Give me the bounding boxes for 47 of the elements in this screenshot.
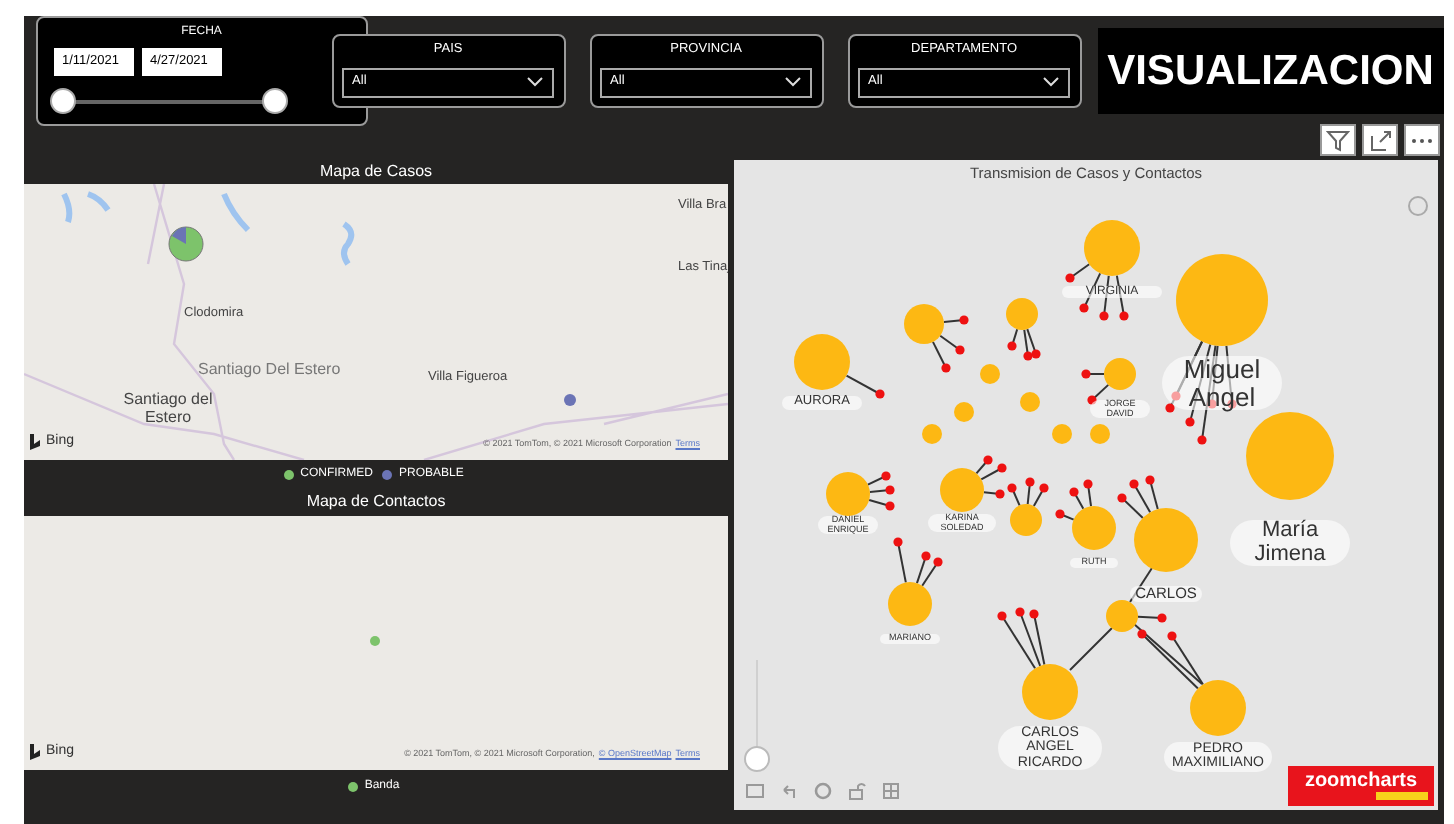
zoomcharts-logo[interactable]: zoomcharts (1288, 766, 1434, 806)
page-title: VISUALIZACION (1097, 28, 1444, 114)
bing-logo-icon (30, 433, 42, 450)
grid-icon[interactable] (882, 782, 900, 800)
graph-node[interactable] (1137, 629, 1246, 736)
graph-node[interactable] (1106, 600, 1167, 632)
graph-node[interactable] (940, 455, 1007, 512)
graph-node[interactable] (1246, 412, 1334, 500)
graph-node[interactable] (1165, 254, 1268, 445)
graph-node[interactable] (1065, 220, 1140, 321)
pie-marker[interactable] (168, 226, 204, 262)
graph-node[interactable] (1007, 477, 1049, 536)
graph-edge-drawing (1069, 567, 1203, 685)
slider-thumb[interactable] (261, 87, 287, 114)
chevron-icon (1042, 76, 1061, 89)
undo-icon[interactable] (780, 782, 798, 800)
slider-thumb[interactable] (49, 87, 75, 114)
lock-icon[interactable] (848, 782, 866, 800)
graph-node[interactable] (1052, 424, 1072, 444)
graph-node[interactable] (997, 607, 1078, 720)
graph-node[interactable] (1090, 424, 1110, 444)
graph-node[interactable] (1006, 298, 1041, 361)
node-label: Miguel Angel (1162, 356, 1282, 411)
graph-node[interactable] (1055, 479, 1116, 550)
place-label: Santiago Del Estero (198, 358, 341, 382)
zoom-slider-thumb[interactable] (744, 746, 770, 772)
chevron-icon (526, 76, 545, 89)
graph-node[interactable] (980, 364, 1000, 384)
graph-node[interactable] (1117, 475, 1198, 572)
bing-logo-icon (30, 743, 42, 760)
node-label: María Jimena (1230, 520, 1350, 567)
graph-node[interactable] (1020, 392, 1040, 412)
chevron-icon (784, 76, 803, 89)
graph-node[interactable] (794, 334, 885, 399)
graph-node[interactable] (922, 424, 942, 444)
panel-title: Mapa de Contactos (304, 490, 448, 514)
graph-node[interactable] (904, 304, 969, 373)
graph-node[interactable] (1081, 358, 1136, 405)
graph-node[interactable] (826, 471, 895, 516)
filter-icon[interactable] (1320, 124, 1356, 156)
more-options-icon[interactable] (1404, 124, 1440, 156)
graph-node[interactable] (954, 402, 974, 422)
focus-mode-icon[interactable] (1362, 124, 1398, 156)
panel-title: Mapa de Casos (317, 160, 435, 184)
map-point[interactable] (564, 394, 576, 406)
graph-node[interactable] (888, 537, 943, 626)
place-label: Santiago del Estero (121, 390, 215, 426)
